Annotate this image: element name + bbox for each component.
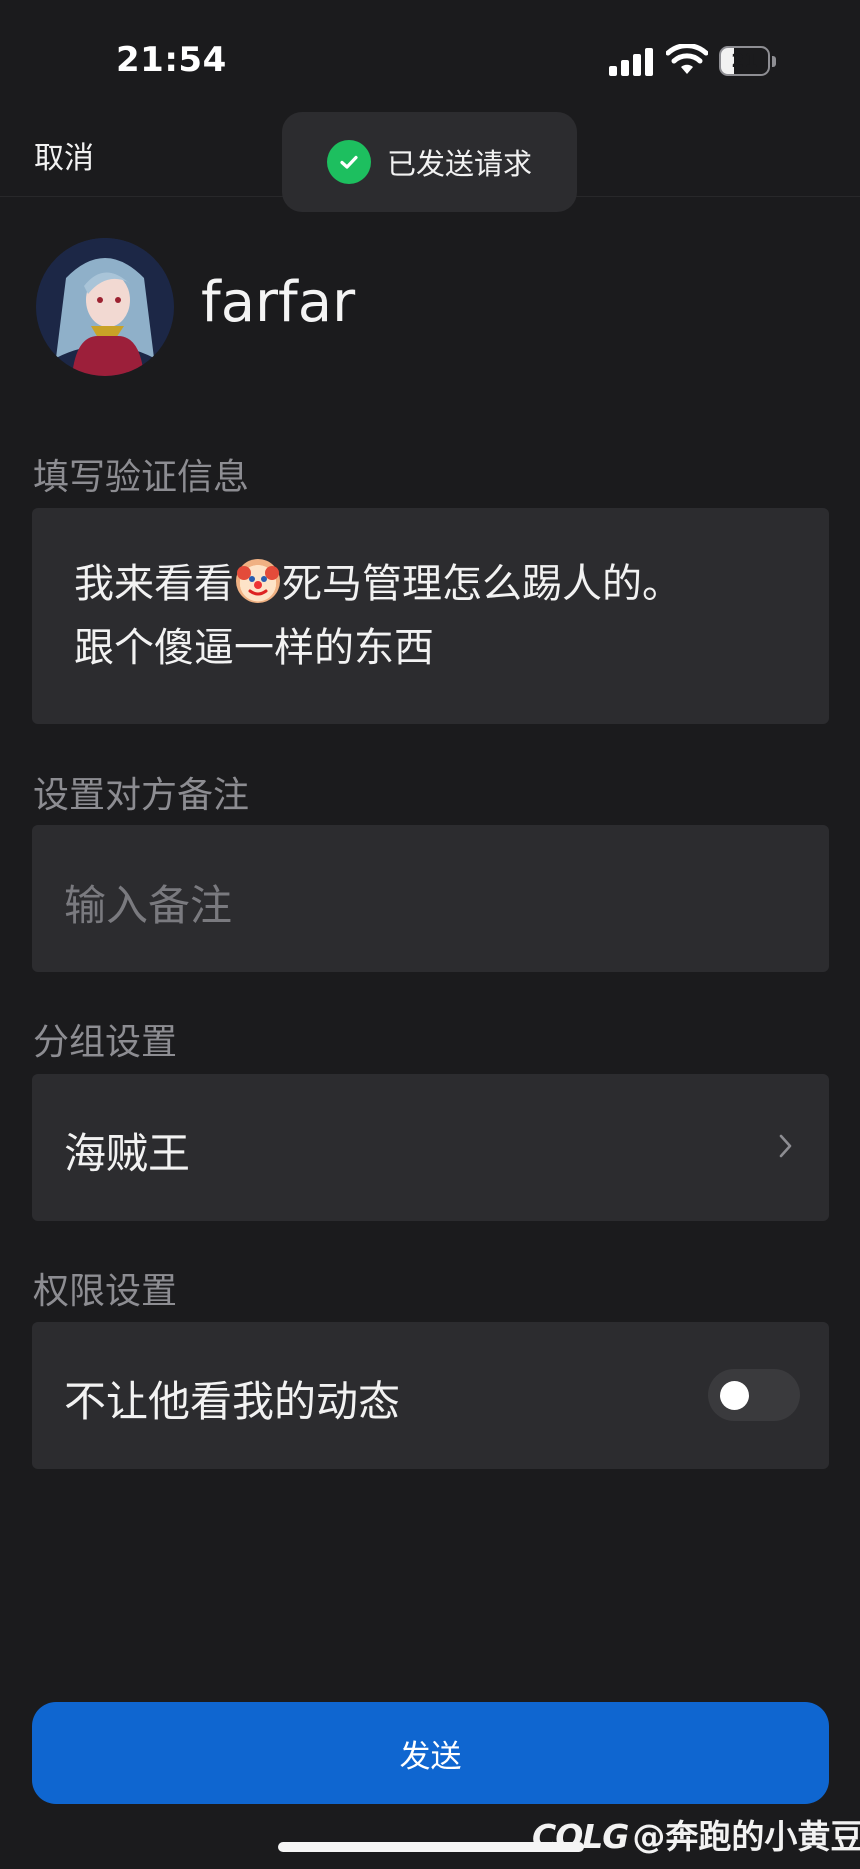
battery-level: 21 — [731, 50, 758, 72]
send-button[interactable]: 发送 — [32, 1702, 829, 1804]
status-time: 21:54 — [116, 40, 227, 80]
check-circle-icon — [326, 140, 371, 184]
toast-text: 已发送请求 — [386, 147, 532, 181]
home-indicator[interactable] — [278, 1842, 584, 1852]
verify-message-text: 我来看看 死马管理怎么踢人的。 跟个傻逼一样的东西 — [74, 552, 794, 680]
group-section-label: 分组设置 — [33, 1022, 178, 1063]
wifi-icon — [666, 44, 708, 74]
remark-section-label: 设置对方备注 — [33, 775, 250, 816]
verify-message-part1: 我来看看 — [74, 561, 234, 607]
clown-face-emoji — [236, 559, 280, 603]
hide-moments-label: 不让他看我的动态 — [64, 1377, 401, 1426]
avatar[interactable] — [36, 238, 174, 376]
hide-moments-toggle[interactable] — [708, 1369, 800, 1421]
remark-placeholder: 输入备注 — [64, 881, 233, 930]
toggle-knob — [720, 1381, 749, 1410]
watermark-text: @奔跑的小黄豆 — [632, 1817, 860, 1856]
group-value: 海贼王 — [64, 1129, 191, 1178]
chevron-right-icon — [779, 1134, 792, 1158]
verify-message-line2: 跟个傻逼一样的东西 — [74, 625, 434, 671]
cellular-signal-icon — [609, 48, 653, 76]
verify-message-part2: 死马管理怎么踢人的。 — [282, 561, 682, 607]
verify-section-label: 填写验证信息 — [33, 457, 250, 498]
toast-notification: 已发送请求 — [282, 112, 577, 212]
username: farfar — [201, 270, 356, 335]
battery-icon: 21 — [719, 46, 779, 78]
permission-section-label: 权限设置 — [33, 1271, 178, 1312]
cancel-button[interactable]: 取消 — [34, 133, 94, 177]
